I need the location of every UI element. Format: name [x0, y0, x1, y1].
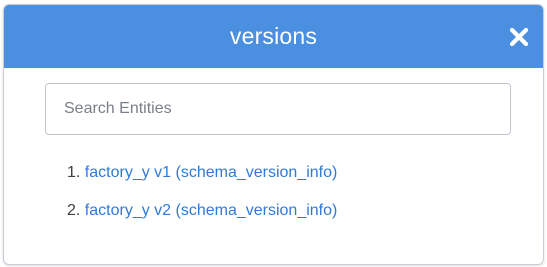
version-link[interactable]: factory_y v1 (schema_version_info): [85, 164, 338, 181]
list-item: 2. factory_y v2 (schema_version_info): [67, 201, 337, 221]
version-link[interactable]: factory_y v2 (schema_version_info): [85, 202, 338, 219]
search-input[interactable]: [45, 83, 511, 135]
list-item-number: 1.: [67, 164, 81, 181]
list-item: 1. factory_y v1 (schema_version_info): [67, 163, 337, 183]
close-button[interactable]: [507, 25, 531, 49]
dialog-header: versions: [4, 5, 543, 68]
version-list: 1. factory_y v1 (schema_version_info) 2.…: [67, 163, 337, 239]
list-item-number: 2.: [67, 202, 81, 219]
dialog-title: versions: [229, 23, 318, 49]
versions-dialog: versions 1. factory_y v1 (schema_version…: [3, 4, 544, 265]
close-icon: [509, 27, 529, 47]
